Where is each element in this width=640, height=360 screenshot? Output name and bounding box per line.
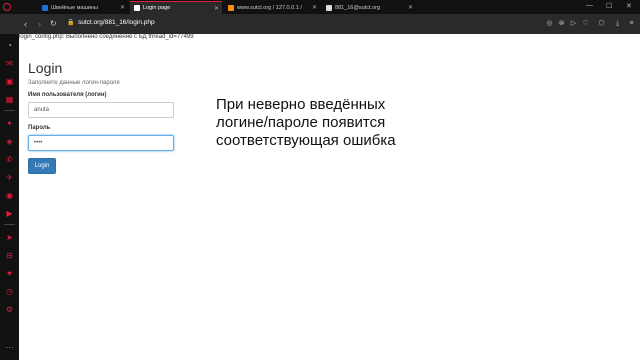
instagram-icon[interactable]: ◉	[4, 190, 15, 201]
tab-label: www.sutct.org / 127.0.0.1 /	[237, 4, 302, 11]
sidebar-divider	[4, 110, 15, 111]
close-tab-icon[interactable]: ✕	[214, 5, 219, 12]
menu-icon[interactable]: ≡	[627, 19, 636, 28]
page-title: Login	[28, 60, 63, 76]
tab-islands-icon[interactable]: ▦	[4, 94, 15, 105]
telegram-icon[interactable]: ✈	[4, 172, 15, 183]
clock-icon[interactable]: ◷	[4, 286, 15, 297]
messenger-icon[interactable]: ✦	[4, 118, 15, 129]
favorites-icon[interactable]: ♥	[4, 268, 15, 279]
opera-logo-icon[interactable]	[3, 3, 11, 11]
tab-mail[interactable]: 881_16@sutct.org ✕	[322, 1, 416, 14]
workspace-icon[interactable]: ▣	[4, 76, 15, 87]
favicon-icon	[42, 4, 48, 11]
page-icon	[134, 5, 140, 11]
history-icon[interactable]: ⊟	[4, 250, 15, 261]
close-tab-icon[interactable]: ✕	[408, 4, 413, 11]
page-icon	[326, 4, 332, 11]
close-tab-icon[interactable]: ✕	[120, 4, 125, 11]
tab-phpmyadmin[interactable]: www.sutct.org / 127.0.0.1 / ✕	[224, 1, 320, 14]
close-tab-icon[interactable]: ✕	[312, 4, 317, 11]
login-subtitle: Заполните данные логин-пароля	[28, 80, 120, 86]
annotation-line: соответствующая ошибка	[216, 132, 396, 149]
url-field[interactable]: sutct.org/881_16/login.php	[78, 19, 155, 26]
back-icon[interactable]: ‹	[24, 18, 27, 30]
tab-strip: Швейные машины ✕ Login page ✕ www.sutct.…	[0, 0, 640, 14]
adblock-icon[interactable]: ⊗	[557, 19, 566, 28]
annotation-line: При неверно введённых	[216, 96, 386, 113]
tab-label: Швейные машины	[51, 4, 98, 11]
extensions-icon[interactable]: ⬡	[597, 19, 606, 28]
tab-sewing-machines[interactable]: Швейные машины ✕	[38, 1, 128, 14]
settings-icon[interactable]: ⚙	[4, 304, 15, 315]
heart-icon[interactable]: ♡	[581, 19, 590, 28]
favicon-icon	[228, 4, 234, 11]
download-icon[interactable]: ⤓	[613, 19, 622, 28]
login-button[interactable]: Login	[28, 158, 56, 174]
password-input[interactable]: ••••	[28, 135, 174, 151]
more-icon[interactable]: ⋯	[4, 342, 15, 353]
maximize-icon[interactable]: ☐	[606, 2, 612, 10]
password-label: Пароль	[28, 125, 51, 131]
db-status-line: login_config.php: Выполнено соединение с…	[19, 34, 194, 40]
sidebar: ◔ ✉ ▣ ▦ ✦ ◈ ✆ ✈ ◉ ▶ ➤ ⊟ ♥ ◷ ⚙ ⋯	[0, 34, 19, 360]
bookmark-icon[interactable]: ▷	[569, 19, 578, 28]
annotation-text: При неверно введённых логине/пароле появ…	[216, 96, 446, 150]
minimize-icon[interactable]: —	[586, 2, 593, 9]
news-icon[interactable]: ✉	[4, 58, 15, 69]
vk-icon[interactable]: ◈	[4, 136, 15, 147]
tab-login-page[interactable]: Login page ✕	[130, 1, 222, 14]
lock-icon[interactable]: 🔒	[67, 19, 74, 26]
username-label: Имя пользователя (логин)	[28, 92, 107, 98]
username-input[interactable]: anuta	[28, 102, 174, 118]
send-icon[interactable]: ➤	[4, 232, 15, 243]
whatsapp-icon[interactable]: ✆	[4, 154, 15, 165]
tab-label: Login page	[143, 5, 171, 11]
tab-label: 881_16@sutct.org	[335, 4, 381, 11]
page-content: login_config.php: Выполнено соединение с…	[19, 34, 640, 360]
address-bar: ‹ › ↻ 🔒 sutct.org/881_16/login.php ◎ ⊗ ▷…	[0, 14, 640, 34]
sidebar-divider	[4, 224, 15, 225]
speed-dial-icon[interactable]: ◔	[4, 40, 15, 51]
player-icon[interactable]: ▶	[4, 208, 15, 219]
camera-icon[interactable]: ◎	[545, 19, 554, 28]
forward-icon[interactable]: ›	[38, 18, 41, 30]
annotation-line: логине/пароле появится	[216, 114, 386, 131]
reload-icon[interactable]: ↻	[50, 18, 57, 30]
close-window-icon[interactable]: ✕	[626, 2, 632, 10]
